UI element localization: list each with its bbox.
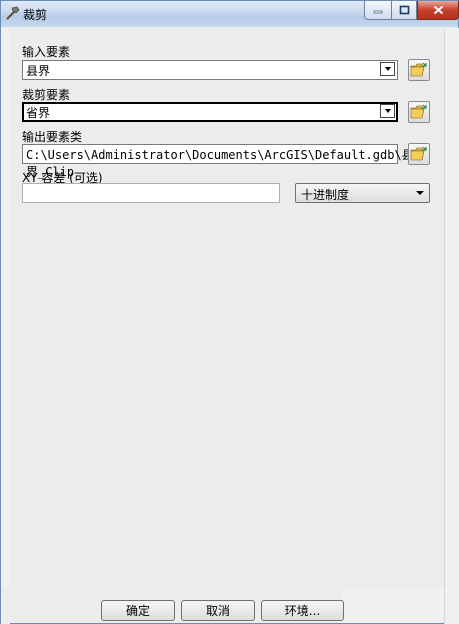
maximize-button[interactable] xyxy=(391,1,417,20)
minimize-icon xyxy=(373,10,383,14)
minimize-button[interactable] xyxy=(364,1,392,20)
folder-open-icon xyxy=(410,62,427,77)
cancel-button[interactable]: 取消 xyxy=(181,600,255,621)
clip-features-select[interactable]: 省界 xyxy=(22,102,398,122)
left-margin xyxy=(1,28,10,624)
ok-button[interactable]: 确定 xyxy=(101,600,175,621)
clip-features-dropdown-button[interactable] xyxy=(380,104,395,118)
output-feature-class-input[interactable]: C:\Users\Administrator\Documents\ArcGIS\… xyxy=(22,144,414,179)
chevron-down-icon xyxy=(384,109,391,113)
xy-tolerance-unit-select[interactable]: 十进制度 xyxy=(295,183,430,203)
xy-tolerance-unit-value: 十进制度 xyxy=(301,188,350,202)
input-features-select[interactable]: 县界 xyxy=(22,60,398,80)
close-icon xyxy=(433,5,443,15)
input-features-dropdown-button[interactable] xyxy=(380,62,395,76)
clip-tool-dialog: 裁剪 输入要素 县界 裁剪要素 省界 输出要素类 C:\Users\Admini… xyxy=(0,0,459,624)
input-features-browse-button[interactable] xyxy=(408,59,430,81)
xy-tolerance-input[interactable] xyxy=(22,183,280,203)
help-panel-edge xyxy=(444,28,459,624)
folder-open-icon xyxy=(410,146,427,161)
maximize-icon xyxy=(399,5,409,15)
input-features-label: 输入要素 xyxy=(22,45,71,59)
environments-button[interactable]: 环境... xyxy=(261,600,344,621)
folder-open-icon xyxy=(410,104,427,119)
window-title: 裁剪 xyxy=(23,8,48,22)
title-bar[interactable]: 裁剪 xyxy=(1,1,459,27)
clip-features-label: 裁剪要素 xyxy=(22,88,71,102)
input-features-value: 县界 xyxy=(26,64,51,78)
output-feature-class-browse-button[interactable] xyxy=(408,143,430,165)
close-button[interactable] xyxy=(417,1,459,20)
output-feature-class-label: 输出要素类 xyxy=(22,130,83,144)
chevron-down-icon xyxy=(416,191,424,195)
clip-features-value: 省界 xyxy=(26,106,51,120)
clip-features-browse-button[interactable] xyxy=(408,101,430,123)
hammer-icon xyxy=(6,6,20,20)
chevron-down-icon xyxy=(384,67,391,71)
